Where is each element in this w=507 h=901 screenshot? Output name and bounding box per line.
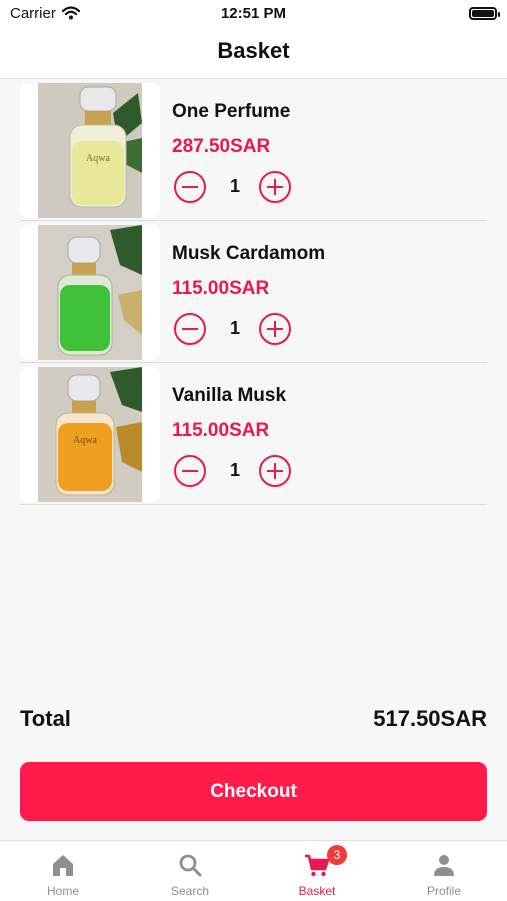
- battery-icon: [469, 7, 500, 20]
- basket-item: Musk Cardamom 115.00SAR 1: [20, 221, 487, 363]
- product-price: 287.50SAR: [172, 136, 271, 157]
- cart-count-badge: 3: [327, 845, 347, 865]
- quantity-value: 1: [229, 318, 240, 338]
- svg-text:Aqwa: Aqwa: [86, 153, 110, 164]
- product-image-card[interactable]: Aqwa: [20, 83, 160, 218]
- product-name: Musk Cardamom: [172, 243, 326, 264]
- page-title: Basket: [217, 38, 290, 63]
- product-image-card[interactable]: [20, 225, 160, 360]
- tab-label: Home: [46, 884, 79, 898]
- person-icon: [434, 855, 454, 876]
- svg-text:Aqwa: Aqwa: [73, 435, 97, 446]
- increase-quantity-button[interactable]: [259, 313, 291, 345]
- quantity-stepper: 1: [172, 171, 302, 207]
- basket-list: Aqwa One Perfume 287.50SAR 1 Musk Cardam…: [20, 79, 487, 505]
- tab-home[interactable]: Home: [0, 841, 126, 901]
- increase-quantity-button[interactable]: [259, 455, 291, 487]
- product-name: One Perfume: [172, 101, 291, 122]
- product-price: 115.00SAR: [172, 420, 270, 441]
- nav-header: Basket: [0, 28, 507, 79]
- home-icon: [53, 855, 73, 876]
- decrease-quantity-button[interactable]: [174, 171, 206, 203]
- decrease-quantity-button[interactable]: [174, 313, 206, 345]
- tab-basket[interactable]: 3 Basket: [254, 841, 380, 901]
- tab-search[interactable]: Search: [127, 841, 253, 901]
- status-bar: Carrier 12:51 PM: [0, 0, 507, 28]
- product-image: [38, 225, 142, 360]
- decrease-quantity-button[interactable]: [174, 455, 206, 487]
- tab-bar: Home Search 3 Basket Profile: [0, 840, 507, 901]
- total-value: 517.50SAR: [373, 706, 487, 731]
- product-image: Aqwa: [38, 83, 142, 218]
- quantity-stepper: 1: [172, 313, 302, 349]
- quantity-stepper: 1: [172, 455, 302, 491]
- basket-item: Aqwa One Perfume 287.50SAR 1: [20, 79, 487, 221]
- basket-item: Aqwa Vanilla Musk 115.00SAR 1: [20, 363, 487, 505]
- product-price: 115.00SAR: [172, 278, 270, 299]
- total-label: Total: [20, 706, 71, 731]
- product-image-card[interactable]: Aqwa: [20, 367, 160, 502]
- quantity-value: 1: [229, 460, 240, 480]
- tab-profile[interactable]: Profile: [381, 841, 507, 901]
- tab-label: Search: [170, 884, 210, 898]
- product-image: Aqwa: [38, 367, 142, 502]
- checkout-button[interactable]: Checkout: [20, 762, 487, 821]
- search-icon: [179, 854, 202, 877]
- tab-label: Basket: [298, 884, 336, 898]
- tab-label: Profile: [426, 884, 461, 898]
- product-name: Vanilla Musk: [172, 385, 287, 406]
- quantity-value: 1: [229, 176, 240, 196]
- status-time: 12:51 PM: [220, 5, 287, 22]
- increase-quantity-button[interactable]: [259, 171, 291, 203]
